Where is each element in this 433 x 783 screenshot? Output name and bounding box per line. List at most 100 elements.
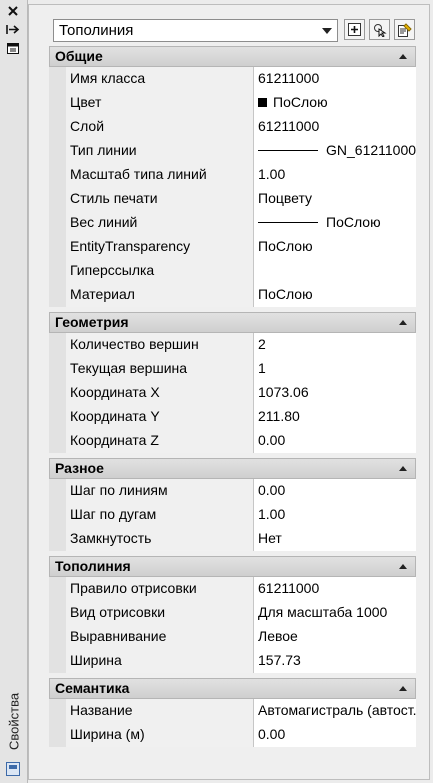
row-gutter [49,625,66,649]
property-value-field[interactable]: 1.00 [254,503,416,527]
section-header[interactable]: Общие [49,46,416,67]
section-title: Геометрия [55,314,129,330]
property-row: Гиперссылка [49,259,416,283]
section-rows: Количество вершин 2 Текущая вершина 1 Коорди… [49,333,416,453]
pickadd-icon[interactable] [344,19,365,40]
property-label: Количество вершин [66,333,254,357]
property-value-field[interactable]: 0.00 [254,723,416,747]
property-value: 0.00 [258,432,286,448]
property-value-field[interactable]: 1.00 [254,163,416,187]
property-row: Тип линии GN_61211000 [49,139,416,163]
property-value: 211.80 [258,408,300,424]
property-label: Координата Z [66,429,254,453]
property-value-field[interactable]: 157.73 [254,649,416,673]
property-label: Выравнивание [66,625,254,649]
property-value: 1 [258,360,266,376]
property-value-field[interactable]: ПоСлою [254,235,416,259]
section-header[interactable]: Семантика [49,678,416,699]
property-value-field[interactable]: 211.80 [254,405,416,429]
section-header[interactable]: Разное [49,458,416,479]
property-value-field[interactable]: Автомагистраль (автост... [254,699,416,723]
property-value-field[interactable]: ПоСлою [254,91,416,115]
collapse-arrow-icon[interactable] [399,466,407,471]
select-objects-icon[interactable] [369,19,390,40]
row-gutter [49,163,66,187]
property-value: ПоСлою [273,94,328,110]
property-row: Выравнивание Левое [49,625,416,649]
collapse-arrow-icon[interactable] [399,686,407,691]
property-label: Текущая вершина [66,357,254,381]
property-value-field[interactable] [254,259,416,283]
property-value-field[interactable]: 61211000 [254,67,416,91]
property-value: Автомагистраль (автост... [258,702,416,718]
property-row: Название Автомагистраль (автост... [49,699,416,723]
property-value-field[interactable]: 1073.06 [254,381,416,405]
property-value-field[interactable]: 0.00 [254,479,416,503]
collapse-arrow-icon[interactable] [399,320,407,325]
section-header[interactable]: Геометрия [49,312,416,333]
property-row: Координата X 1073.06 [49,381,416,405]
property-value-field[interactable]: Нет [254,527,416,551]
property-row: Цвет ПоСлою [49,91,416,115]
property-value-field[interactable]: 1 [254,357,416,381]
property-row: Материал ПоСлою [49,283,416,307]
row-gutter [49,67,66,91]
property-row: Имя класса 61211000 [49,67,416,91]
palette-strip: Свойства [0,0,28,783]
property-value-field[interactable]: Поцвету [254,187,416,211]
row-gutter [49,405,66,429]
row-gutter [49,479,66,503]
property-value-field[interactable]: 0.00 [254,429,416,453]
property-value: Нет [258,530,282,546]
property-label: Замкнутость [66,527,254,551]
property-value-field[interactable]: 61211000 [254,577,416,601]
property-value: 157.73 [258,652,301,668]
autohide-icon[interactable] [4,22,22,36]
property-label: Стиль печати [66,187,254,211]
property-row: Ширина (м) 0.00 [49,723,416,747]
close-icon[interactable] [4,4,22,18]
section-header[interactable]: Тополиния [49,556,416,577]
property-value-field[interactable]: Левое [254,625,416,649]
property-value-field[interactable]: ПоСлою [254,283,416,307]
property-row: Вес линий ПоСлою [49,211,416,235]
section-rows: Шаг по линиям 0.00 Шаг по дугам 1.00 Замкнут… [49,479,416,551]
property-label: Вид отрисовки [66,601,254,625]
property-label: Правило отрисовки [66,577,254,601]
property-row: Правило отрисовки 61211000 [49,577,416,601]
row-gutter [49,259,66,283]
property-label: Слой [66,115,254,139]
property-value: Левое [258,628,298,644]
property-value-field[interactable]: 61211000 [254,115,416,139]
row-gutter [49,381,66,405]
property-value-field[interactable]: 2 [254,333,416,357]
property-label: Масштаб типа линий [66,163,254,187]
property-label: Гиперссылка [66,259,254,283]
property-row: Текущая вершина 1 [49,357,416,381]
property-row: Шаг по дугам 1.00 [49,503,416,527]
section-title: Тополиния [55,558,131,574]
property-value: ПоСлою [258,286,313,302]
object-type-value: Тополиния [59,22,134,39]
object-type-select[interactable]: Тополиния [53,19,338,42]
property-value-field[interactable]: GN_61211000 [254,139,416,163]
quick-select-icon[interactable] [394,19,415,40]
properties-menu-icon[interactable] [4,41,22,55]
property-value: 0.00 [258,726,286,742]
property-row: Шаг по линиям 0.00 [49,479,416,503]
collapse-arrow-icon[interactable] [399,54,407,59]
property-label: Тип линии [66,139,254,163]
property-value: 61211000 [258,70,320,86]
collapse-arrow-icon[interactable] [399,564,407,569]
property-label: EntityTransparency [66,235,254,259]
property-value-field[interactable]: Для масштаба 1000 [254,601,416,625]
row-gutter [49,699,66,723]
property-value-field[interactable]: ПоСлою [254,211,416,235]
property-value: 1.00 [258,166,286,182]
property-value: 2 [258,336,266,352]
property-value: ПоСлою [258,238,313,254]
palette-settings-icon[interactable] [6,762,20,776]
property-value: 1.00 [258,506,286,522]
property-row: Координата Z 0.00 [49,429,416,453]
row-gutter [49,527,66,551]
